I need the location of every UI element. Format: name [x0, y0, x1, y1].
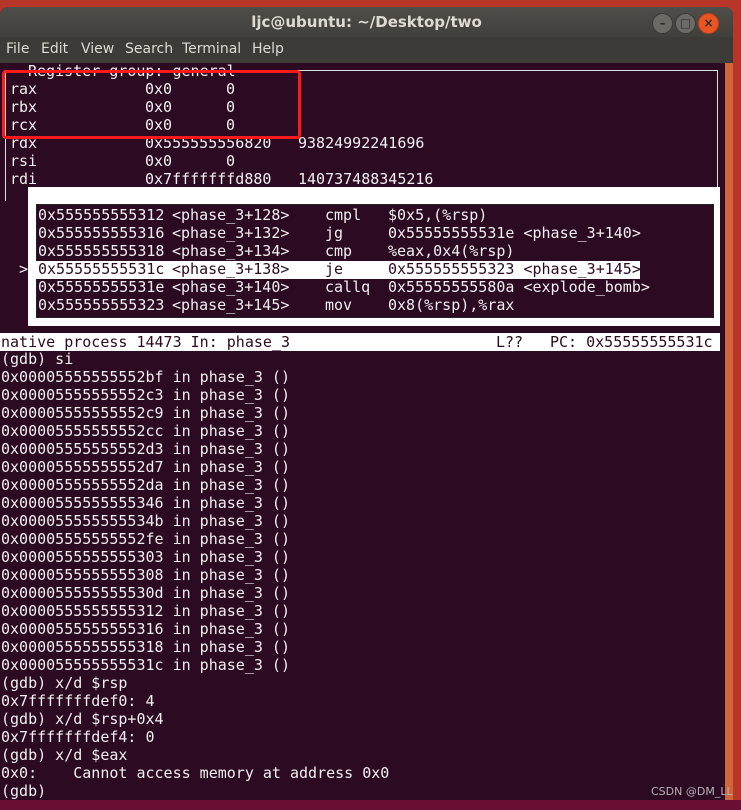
status-pc: PC: 0x55555555531c — [550, 333, 713, 351]
instruction-address: 0x555555555312 — [38, 206, 165, 224]
menu-view[interactable]: View — [81, 41, 114, 57]
console-line: 0x0000555555555303 in phase_3 () — [1, 548, 290, 566]
register-value: 140737488345216 — [298, 170, 434, 188]
window-edge — [725, 63, 733, 800]
instruction-opcode: je — [325, 260, 344, 278]
console-line: 0x0000555555555316 in phase_3 () — [1, 620, 290, 638]
register-name: rsi — [10, 152, 38, 170]
maximize-button[interactable]: □ — [675, 13, 696, 34]
instruction-symbol: <phase_3+132> — [172, 224, 290, 242]
console-line: (gdb) si — [1, 350, 74, 368]
menu-edit[interactable]: Edit — [41, 41, 68, 57]
console-line: 0x00005555555552d3 in phase_3 () — [1, 440, 290, 458]
title-bar[interactable]: ljc@ubuntu: ~/Desktop/two – □ × — [0, 7, 733, 37]
instruction-address: 0x55555555531c — [38, 260, 165, 278]
console-line: 0x0: Cannot access memory at address 0x0 — [1, 764, 390, 782]
status-process: native process 14473 In: phase_3 — [1, 333, 290, 351]
instruction-opcode: cmpl — [325, 206, 362, 224]
minimize-button[interactable]: – — [652, 13, 673, 34]
instruction-operands: 0x555555555323 <phase_3+145> — [388, 260, 641, 278]
menu-file[interactable]: File — [6, 41, 29, 57]
instruction-symbol: <phase_3+134> — [172, 242, 290, 260]
menu-search[interactable]: Search — [125, 41, 173, 57]
console-line: 0x00005555555552da in phase_3 () — [1, 476, 290, 494]
console-line: 0x00005555555552c9 in phase_3 () — [1, 404, 290, 422]
register-value: 93824992241696 — [298, 134, 425, 152]
console-line: (gdb) x/d $rsp — [1, 674, 128, 692]
instruction-symbol: <phase_3+140> — [172, 278, 290, 296]
instruction-operands: $0x5,(%rsp) — [388, 206, 488, 224]
instruction-operands: 0x55555555531e <phase_3+140> — [388, 224, 641, 242]
menu-bar: File Edit View Search Terminal Help — [0, 37, 733, 63]
console-line: 0x00005555555552cc in phase_3 () — [1, 422, 290, 440]
highlight-box — [2, 70, 301, 139]
instruction-address: 0x555555555318 — [38, 242, 165, 260]
register-hex: 0x0 — [145, 152, 173, 170]
instruction-operands: 0x55555555580a <explode_bomb> — [388, 278, 650, 296]
menu-terminal[interactable]: Terminal — [182, 41, 241, 57]
window-title: ljc@ubuntu: ~/Desktop/two — [251, 13, 482, 31]
console-line: 0x000055555555534b in phase_3 () — [1, 512, 290, 530]
console-line: 0x7fffffffdef0: 4 — [1, 692, 155, 710]
watermark: CSDN @DM_LL — [651, 785, 733, 798]
menu-help[interactable]: Help — [252, 41, 284, 57]
close-button[interactable]: × — [698, 13, 719, 34]
console-line: 0x00005555555552bf in phase_3 () — [1, 368, 290, 386]
instruction-opcode: jg — [325, 224, 344, 242]
console-line: 0x0000555555555346 in phase_3 () — [1, 494, 290, 512]
desktop-background — [0, 800, 741, 810]
console-line: 0x00005555555552fe in phase_3 () — [1, 530, 290, 548]
instruction-symbol: <phase_3+145> — [172, 296, 290, 314]
console-line: 0x000055555555530d in phase_3 () — [1, 584, 290, 602]
register-hex: 0x7fffffffd880 — [145, 170, 272, 188]
console-line: 0x7fffffffdef4: 0 — [1, 728, 155, 746]
instruction-address: 0x555555555316 — [38, 224, 165, 242]
instruction-operands: 0x8(%rsp),%rax — [388, 296, 515, 314]
instruction-symbol: <phase_3+138> — [172, 260, 290, 278]
instruction-opcode: cmp — [325, 242, 353, 260]
console-line: 0x00005555555552c3 in phase_3 () — [1, 386, 290, 404]
instruction-address: 0x55555555531e — [38, 278, 165, 296]
register-name: rdi — [10, 170, 38, 188]
instruction-operands: %eax,0x4(%rsp) — [388, 242, 515, 260]
console-line: 0x00005555555552d7 in phase_3 () — [1, 458, 290, 476]
instruction-address: 0x555555555323 — [38, 296, 165, 314]
console-line: (gdb) — [1, 782, 47, 800]
instruction-symbol: <phase_3+128> — [172, 206, 290, 224]
console-line: 0x0000555555555308 in phase_3 () — [1, 566, 290, 584]
console-line: (gdb) x/d $rsp+0x4 — [1, 710, 164, 728]
instruction-opcode: callq — [325, 278, 371, 296]
console-line: 0x0000555555555318 in phase_3 () — [1, 638, 290, 656]
instruction-opcode: mov — [325, 296, 353, 314]
register-value: 0 — [226, 152, 236, 170]
current-line-marker: > — [19, 260, 29, 278]
console-line: (gdb) x/d $eax — [1, 746, 128, 764]
console-line: 0x0000555555555312 in phase_3 () — [1, 602, 290, 620]
status-line: L?? — [496, 333, 524, 351]
console-line: 0x000055555555531c in phase_3 () — [1, 656, 290, 674]
